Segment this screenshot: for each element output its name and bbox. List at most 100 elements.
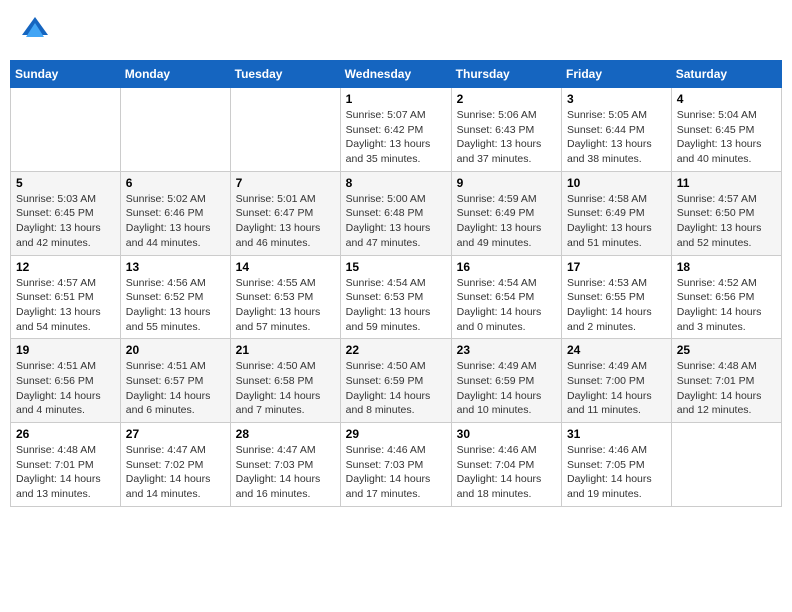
calendar-cell: 11 Sunrise: 4:57 AMSunset: 6:50 PMDayligh… [671,171,781,255]
calendar-week-1: 1 Sunrise: 5:07 AMSunset: 6:42 PMDaylight… [11,88,782,172]
calendar-cell: 4Sunrise: 5:04 AMSunset: 6:45 PMDaylight… [671,88,781,172]
day-number: 23 [457,343,556,357]
day-header-sunday: Sunday [11,61,121,88]
day-number: 8 [346,176,446,190]
day-info: Sunrise: 5:03 AMSunset: 6:45 PMDaylight:… [16,192,115,251]
day-header-saturday: Saturday [671,61,781,88]
calendar-cell: 29 Sunrise: 4:46 AMSunset: 7:03 PMDayligh… [340,423,451,507]
day-info: Sunrise: 4:58 AMSunset: 6:49 PMDaylight:… [567,192,666,251]
day-number: 2 [457,92,556,106]
day-number: 11 [677,176,776,190]
day-info: Sunrise: 4:48 AMSunset: 7:01 PMDaylight:… [16,443,115,502]
day-info: Sunrise: 4:57 AMSunset: 6:50 PMDaylight:… [677,192,776,251]
calendar-cell: 9 Sunrise: 4:59 AMSunset: 6:49 PMDaylight… [451,171,561,255]
day-number: 20 [126,343,225,357]
day-number: 26 [16,427,115,441]
day-info: Sunrise: 4:50 AMSunset: 6:59 PMDaylight:… [346,359,446,418]
day-info: Sunrise: 4:47 AMSunset: 7:02 PMDaylight:… [126,443,225,502]
day-header-monday: Monday [120,61,230,88]
day-info: Sunrise: 4:48 AMSunset: 7:01 PMDaylight:… [677,359,776,418]
calendar-cell: 20 Sunrise: 4:51 AMSunset: 6:57 PMDayligh… [120,339,230,423]
calendar-cell: 16 Sunrise: 4:54 AMSunset: 6:54 PMDayligh… [451,255,561,339]
day-info: Sunrise: 4:59 AMSunset: 6:49 PMDaylight:… [457,192,556,251]
calendar-week-5: 26 Sunrise: 4:48 AMSunset: 7:01 PMDayligh… [11,423,782,507]
calendar-cell: 5Sunrise: 5:03 AMSunset: 6:45 PMDaylight… [11,171,121,255]
day-info: Sunrise: 5:05 AMSunset: 6:44 PMDaylight:… [567,108,666,167]
day-header-wednesday: Wednesday [340,61,451,88]
day-number: 15 [346,260,446,274]
day-header-tuesday: Tuesday [230,61,340,88]
calendar-cell: 10 Sunrise: 4:58 AMSunset: 6:49 PMDayligh… [562,171,672,255]
day-header-friday: Friday [562,61,672,88]
calendar-cell: 3Sunrise: 5:05 AMSunset: 6:44 PMDaylight… [562,88,672,172]
day-number: 17 [567,260,666,274]
day-info: Sunrise: 4:46 AMSunset: 7:04 PMDaylight:… [457,443,556,502]
calendar-cell: 19Sunrise: 4:51 AMSunset: 6:56 PMDayligh… [11,339,121,423]
calendar-cell: 22Sunrise: 4:50 AMSunset: 6:59 PMDayligh… [340,339,451,423]
calendar-week-4: 19Sunrise: 4:51 AMSunset: 6:56 PMDayligh… [11,339,782,423]
day-number: 10 [567,176,666,190]
day-info: Sunrise: 4:46 AMSunset: 7:03 PMDaylight:… [346,443,446,502]
day-number: 24 [567,343,666,357]
calendar-cell: 24 Sunrise: 4:49 AMSunset: 7:00 PMDayligh… [562,339,672,423]
day-number: 13 [126,260,225,274]
calendar-cell: 6 Sunrise: 5:02 AMSunset: 6:46 PMDaylight… [120,171,230,255]
calendar-cell: 13 Sunrise: 4:56 AMSunset: 6:52 PMDayligh… [120,255,230,339]
calendar-cell: 28 Sunrise: 4:47 AMSunset: 7:03 PMDayligh… [230,423,340,507]
day-info: Sunrise: 4:51 AMSunset: 6:56 PMDaylight:… [16,359,115,418]
calendar-cell [671,423,781,507]
day-number: 9 [457,176,556,190]
calendar-cell: 8 Sunrise: 5:00 AMSunset: 6:48 PMDaylight… [340,171,451,255]
day-number: 6 [126,176,225,190]
day-info: Sunrise: 4:46 AMSunset: 7:05 PMDaylight:… [567,443,666,502]
day-info: Sunrise: 5:07 AMSunset: 6:42 PMDaylight:… [346,108,446,167]
calendar-cell: 21Sunrise: 4:50 AMSunset: 6:58 PMDayligh… [230,339,340,423]
day-number: 28 [236,427,335,441]
calendar-cell: 14Sunrise: 4:55 AMSunset: 6:53 PMDayligh… [230,255,340,339]
calendar-cell [120,88,230,172]
calendar-week-2: 5Sunrise: 5:03 AMSunset: 6:45 PMDaylight… [11,171,782,255]
calendar-cell [230,88,340,172]
calendar-cell: 12 Sunrise: 4:57 AMSunset: 6:51 PMDayligh… [11,255,121,339]
calendar-cell: 15Sunrise: 4:54 AMSunset: 6:53 PMDayligh… [340,255,451,339]
day-number: 27 [126,427,225,441]
day-header-thursday: Thursday [451,61,561,88]
day-info: Sunrise: 4:49 AMSunset: 7:00 PMDaylight:… [567,359,666,418]
day-number: 7 [236,176,335,190]
logo [20,15,54,45]
calendar-cell: 17 Sunrise: 4:53 AMSunset: 6:55 PMDayligh… [562,255,672,339]
day-info: Sunrise: 4:51 AMSunset: 6:57 PMDaylight:… [126,359,225,418]
calendar-cell: 2 Sunrise: 5:06 AMSunset: 6:43 PMDaylight… [451,88,561,172]
day-info: Sunrise: 4:50 AMSunset: 6:58 PMDaylight:… [236,359,335,418]
day-info: Sunrise: 5:02 AMSunset: 6:46 PMDaylight:… [126,192,225,251]
day-info: Sunrise: 4:47 AMSunset: 7:03 PMDaylight:… [236,443,335,502]
day-info: Sunrise: 4:49 AMSunset: 6:59 PMDaylight:… [457,359,556,418]
calendar-body: 1 Sunrise: 5:07 AMSunset: 6:42 PMDaylight… [11,88,782,507]
day-info: Sunrise: 4:56 AMSunset: 6:52 PMDaylight:… [126,276,225,335]
calendar-header-row: SundayMondayTuesdayWednesdayThursdayFrid… [11,61,782,88]
day-info: Sunrise: 5:06 AMSunset: 6:43 PMDaylight:… [457,108,556,167]
day-info: Sunrise: 4:53 AMSunset: 6:55 PMDaylight:… [567,276,666,335]
calendar-cell: 30 Sunrise: 4:46 AMSunset: 7:04 PMDayligh… [451,423,561,507]
day-info: Sunrise: 4:57 AMSunset: 6:51 PMDaylight:… [16,276,115,335]
calendar-cell: 31 Sunrise: 4:46 AMSunset: 7:05 PMDayligh… [562,423,672,507]
day-number: 29 [346,427,446,441]
day-number: 12 [16,260,115,274]
day-info: Sunrise: 4:54 AMSunset: 6:54 PMDaylight:… [457,276,556,335]
calendar-cell: 27 Sunrise: 4:47 AMSunset: 7:02 PMDayligh… [120,423,230,507]
day-info: Sunrise: 5:00 AMSunset: 6:48 PMDaylight:… [346,192,446,251]
day-number: 25 [677,343,776,357]
calendar-week-3: 12 Sunrise: 4:57 AMSunset: 6:51 PMDayligh… [11,255,782,339]
calendar-cell: 18 Sunrise: 4:52 AMSunset: 6:56 PMDayligh… [671,255,781,339]
day-number: 16 [457,260,556,274]
calendar-cell: 1 Sunrise: 5:07 AMSunset: 6:42 PMDaylight… [340,88,451,172]
day-number: 18 [677,260,776,274]
calendar-cell: 23 Sunrise: 4:49 AMSunset: 6:59 PMDayligh… [451,339,561,423]
calendar-cell: 25 Sunrise: 4:48 AMSunset: 7:01 PMDayligh… [671,339,781,423]
calendar-cell: 26 Sunrise: 4:48 AMSunset: 7:01 PMDayligh… [11,423,121,507]
day-number: 14 [236,260,335,274]
day-number: 31 [567,427,666,441]
day-info: Sunrise: 4:52 AMSunset: 6:56 PMDaylight:… [677,276,776,335]
day-number: 1 [346,92,446,106]
day-number: 30 [457,427,556,441]
